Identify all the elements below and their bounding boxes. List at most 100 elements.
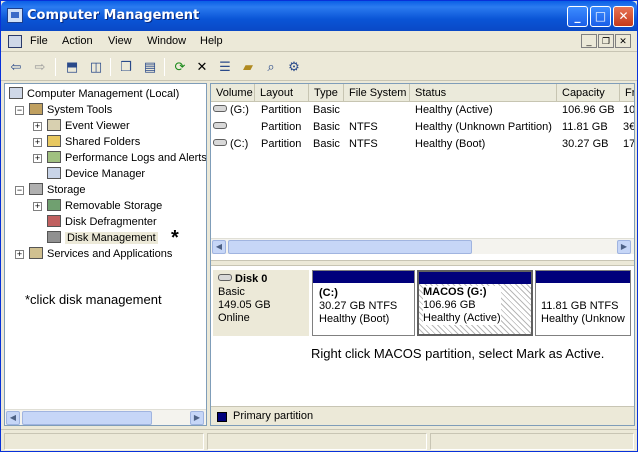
show-hide-tree-icon[interactable]: ◫	[86, 57, 106, 77]
column-header-layout[interactable]: Layout	[255, 84, 309, 102]
disk-icon	[218, 274, 232, 281]
tree-horizontal-scrollbar[interactable]: ◀ ▶	[5, 409, 206, 425]
collapse-icon[interactable]: −	[15, 186, 24, 195]
tree-item-storage[interactable]: Storage	[29, 182, 86, 198]
tree-item-label: Storage	[47, 184, 86, 196]
column-header-capacity[interactable]: Capacity	[557, 84, 620, 102]
scroll-right-arrow-icon[interactable]: ▶	[190, 411, 204, 425]
partition-size: 30.27 GB NTFS	[319, 300, 398, 312]
expand-icon[interactable]: +	[15, 250, 24, 259]
disk-graphical-view: Disk 0 Basic 149.05 GB Online (C:) 30.27…	[211, 266, 634, 406]
menu-view[interactable]: View	[108, 35, 132, 47]
collapse-icon[interactable]: −	[15, 106, 24, 115]
table-horizontal-scrollbar[interactable]: ◀ ▶	[211, 238, 634, 254]
scroll-thumb[interactable]	[22, 411, 152, 425]
scroll-thumb[interactable]	[228, 240, 472, 254]
menu-file[interactable]: File	[30, 35, 48, 47]
maximize-button[interactable]: □	[590, 6, 611, 27]
device-manager-icon	[47, 167, 61, 179]
partition-size: 106.96 GB	[423, 299, 476, 311]
child-minimize-button[interactable]: _	[581, 34, 597, 48]
column-header-volume[interactable]: Volume	[211, 84, 255, 102]
tree-item-event-viewer[interactable]: Event Viewer	[47, 118, 130, 134]
tree-item-label: Performance Logs and Alerts	[65, 152, 207, 164]
minimize-button[interactable]: _	[567, 6, 588, 27]
forward-arrow-icon[interactable]: ⇨	[30, 57, 50, 77]
tree-item-computer-management[interactable]: Computer Management (Local)	[9, 86, 179, 102]
help-icon[interactable]: ▤	[140, 57, 160, 77]
column-header-free-space[interactable]: Fr	[620, 84, 634, 102]
tree-item-system-tools[interactable]: System Tools	[29, 102, 112, 118]
column-header-file-system[interactable]: File System	[344, 84, 410, 102]
up-folder-icon[interactable]: ⬒	[62, 57, 82, 77]
tree-item-removable-storage[interactable]: Removable Storage	[47, 198, 162, 214]
table-cell-capacity: 30.27 GB	[562, 138, 609, 150]
table-cell-layout: Partition	[261, 138, 302, 150]
storage-icon	[29, 183, 43, 195]
column-header-type[interactable]: Type	[309, 84, 344, 102]
partition-title: MACOS (G:)	[423, 286, 487, 298]
table-row[interactable]	[213, 119, 255, 135]
table-cell-type: Basic	[313, 121, 340, 133]
settings-icon[interactable]: ⚙	[284, 57, 304, 77]
menu-action[interactable]: Action	[62, 35, 93, 47]
scroll-right-arrow-icon[interactable]: ▶	[617, 240, 631, 254]
table-cell-free: 17	[623, 138, 635, 150]
properties-sheet-icon[interactable]: ☰	[215, 57, 235, 77]
drive-icon	[213, 122, 227, 129]
expand-icon[interactable]: +	[33, 138, 42, 147]
table-row[interactable]: (G:)	[213, 102, 255, 118]
disk-management-icon	[47, 231, 61, 243]
menu-bar: File Action View Window Help _ ❐ ✕	[1, 32, 637, 52]
tree-item-label: Removable Storage	[65, 200, 163, 212]
status-bar	[1, 429, 637, 451]
status-cell	[4, 433, 204, 450]
toolbar-separator	[55, 58, 56, 76]
tree-item-device-manager[interactable]: Device Manager	[47, 166, 145, 182]
services-icon	[29, 247, 43, 259]
child-close-button[interactable]: ✕	[615, 34, 631, 48]
disk-0-label[interactable]: Disk 0 Basic 149.05 GB Online	[213, 270, 309, 336]
status-cell	[207, 433, 427, 450]
tree-item-label: Event Viewer	[65, 120, 130, 132]
tree-item-shared-folders[interactable]: Shared Folders	[47, 134, 140, 150]
scroll-left-arrow-icon[interactable]: ◀	[6, 411, 20, 425]
tree-item-services-applications[interactable]: Services and Applications	[29, 246, 172, 262]
table-row[interactable]: (C:)	[213, 136, 255, 152]
partition-status: Healthy (Boot)	[319, 313, 390, 325]
disk-status: Online	[218, 312, 250, 324]
menu-help[interactable]: Help	[200, 35, 223, 47]
properties-icon[interactable]: ❒	[116, 57, 136, 77]
partition-c[interactable]: (C:) 30.27 GB NTFS Healthy (Boot)	[312, 270, 415, 336]
table-cell-status: Healthy (Boot)	[415, 138, 486, 150]
scroll-left-arrow-icon[interactable]: ◀	[212, 240, 226, 254]
child-restore-button[interactable]: ❐	[598, 34, 614, 48]
tree-item-performance-logs[interactable]: Performance Logs and Alerts	[47, 150, 207, 166]
primary-partition-bar	[419, 272, 531, 284]
shared-folder-icon	[47, 135, 61, 147]
toolbar-separator	[164, 58, 165, 76]
delete-icon[interactable]: ✕	[192, 57, 212, 77]
partition-unknown[interactable]: 11.81 GB NTFS Healthy (Unknow	[535, 270, 631, 336]
drive-icon	[213, 105, 227, 112]
close-button[interactable]: ✕	[613, 6, 634, 27]
search-icon[interactable]: ⌕	[261, 57, 281, 77]
tree-item-label: Shared Folders	[65, 136, 141, 148]
menu-window[interactable]: Window	[147, 35, 186, 47]
mmc-document-icon[interactable]	[8, 35, 22, 48]
expand-icon[interactable]: +	[33, 202, 42, 211]
refresh-icon[interactable]: ⟳	[170, 57, 190, 77]
table-cell-layout: Partition	[261, 104, 302, 116]
back-arrow-icon[interactable]: ⇦	[6, 57, 26, 77]
tree-item-disk-management[interactable]: Disk Management	[47, 230, 158, 246]
tree-item-disk-defragmenter[interactable]: Disk Defragmenter	[47, 214, 157, 230]
open-folder-icon[interactable]: ▰	[238, 57, 258, 77]
expand-icon[interactable]: +	[33, 154, 42, 163]
title-bar[interactable]: Computer Management _ □ ✕	[1, 1, 637, 31]
table-cell-capacity: 11.81 GB	[562, 121, 608, 133]
partition-macos-g[interactable]: MACOS (G:) 106.96 GB Healthy (Active)	[417, 270, 533, 336]
computer-management-window: Computer Management _ □ ✕ File Action Vi…	[0, 0, 638, 452]
console-tree-pane[interactable]: Computer Management (Local) − System Too…	[4, 83, 207, 426]
expand-icon[interactable]: +	[33, 122, 42, 131]
column-header-status[interactable]: Status	[410, 84, 557, 102]
